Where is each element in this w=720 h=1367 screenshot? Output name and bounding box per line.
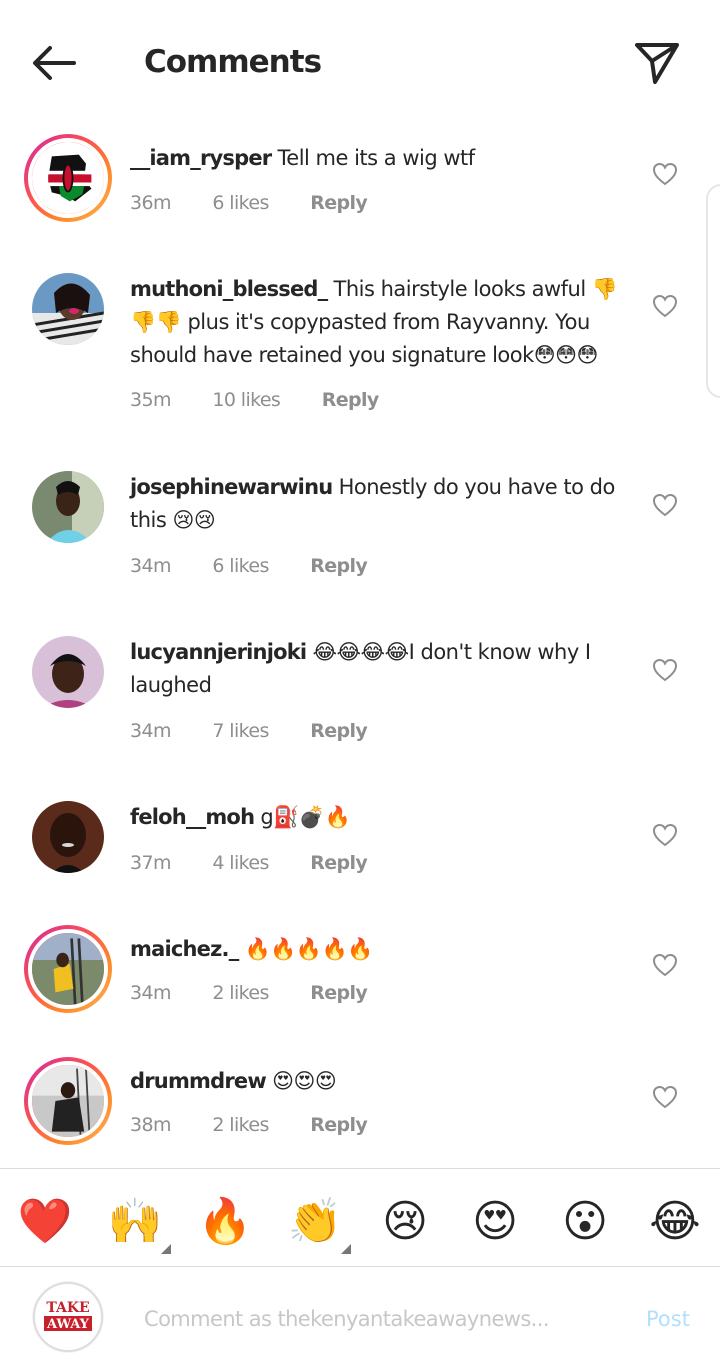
comment-username[interactable]: __iam_rysper xyxy=(130,146,272,170)
comment-text: Tell me its a wig wtf xyxy=(277,146,476,170)
avatar[interactable] xyxy=(24,925,112,1013)
post-button[interactable]: Post xyxy=(646,1307,690,1331)
comment-meta: 37m 4 likes Reply xyxy=(130,852,403,874)
comment-body: __iam_rysper Tell me its a wig wtf xyxy=(130,142,630,175)
emoji-clapping-hands-button[interactable]: 👏 xyxy=(286,1193,344,1251)
reply-button[interactable]: Reply xyxy=(322,389,380,411)
comment-meta: 34m 7 likes Reply xyxy=(130,720,403,742)
page-title: Comments xyxy=(144,44,322,80)
arrow-left-icon xyxy=(33,46,76,80)
comment-body: feloh__moh g⛽💣🔥 xyxy=(130,801,630,834)
comment-item: feloh__moh g⛽💣🔥 37m 4 likes Reply xyxy=(0,801,720,901)
like-button[interactable] xyxy=(652,1085,678,1109)
logo-text-take: TAKE xyxy=(46,1300,89,1316)
like-button[interactable] xyxy=(652,294,678,318)
heart-outline-icon xyxy=(652,953,678,977)
comment-meta: 36m 6 likes Reply xyxy=(130,192,403,214)
comment-meta: 34m 2 likes Reply xyxy=(130,982,403,1004)
heart-outline-icon xyxy=(652,162,678,186)
comment-item: muthoni_blessed_ This hairstyle looks aw… xyxy=(0,273,720,433)
like-button[interactable] xyxy=(652,493,678,517)
comment-username[interactable]: feloh__moh xyxy=(130,805,255,829)
comment-username[interactable]: maichez._ xyxy=(130,937,239,961)
logo-text-away: AWAY xyxy=(46,1317,90,1332)
like-button[interactable] xyxy=(652,953,678,977)
comment-likes[interactable]: 2 likes xyxy=(212,1114,269,1136)
skin-tone-indicator-icon xyxy=(341,1244,351,1254)
skin-tone-indicator-icon xyxy=(161,1244,171,1254)
emoji-surprised-face-button[interactable]: 😮 xyxy=(556,1193,614,1251)
comment-username[interactable]: lucyannjerinjoki xyxy=(130,640,307,664)
comment-text: g⛽💣🔥 xyxy=(260,805,351,829)
reply-button[interactable]: Reply xyxy=(310,555,368,577)
emoji-laughing-tears-button[interactable]: 😂 xyxy=(646,1193,704,1251)
side-scroll-handle[interactable] xyxy=(706,184,720,398)
emoji-raising-hands-button[interactable]: 🙌 xyxy=(106,1193,164,1251)
reply-button[interactable]: Reply xyxy=(310,982,368,1004)
reply-button[interactable]: Reply xyxy=(310,1114,368,1136)
comment-text: 🔥🔥🔥🔥🔥 xyxy=(244,937,374,961)
reply-button[interactable]: Reply xyxy=(310,852,368,874)
comment-input[interactable] xyxy=(144,1301,624,1337)
paper-plane-icon xyxy=(635,43,679,84)
heart-outline-icon xyxy=(652,658,678,682)
comment-item: maichez._ 🔥🔥🔥🔥🔥 34m 2 likes Reply xyxy=(0,925,720,1025)
emoji-quick-bar: ❤️ 🙌 🔥 👏 😢 😍 😮 😂 xyxy=(0,1169,720,1266)
comment-likes[interactable]: 4 likes xyxy=(212,852,269,874)
comment-body: muthoni_blessed_ This hairstyle looks aw… xyxy=(130,273,630,372)
avatar[interactable] xyxy=(32,801,104,873)
comment-item: lucyannjerinjoki 😂😂😂😂I don't know why I … xyxy=(0,636,720,756)
comment-time: 34m xyxy=(130,982,171,1004)
emoji-crying-face-button[interactable]: 😢 xyxy=(376,1193,434,1251)
back-button[interactable] xyxy=(22,36,88,92)
avatar[interactable] xyxy=(32,636,104,708)
comment-time: 38m xyxy=(130,1114,171,1136)
comment-body: josephinewarwinu Honestly do you have to… xyxy=(130,471,630,537)
comments-list[interactable]: __iam_rysper Tell me its a wig wtf 36m 6… xyxy=(0,128,720,1168)
avatar[interactable] xyxy=(32,273,104,345)
comment-body: lucyannjerinjoki 😂😂😂😂I don't know why I … xyxy=(130,636,630,702)
avatar[interactable] xyxy=(32,471,104,543)
current-user-avatar: TAKE AWAY xyxy=(32,1281,104,1353)
comment-time: 34m xyxy=(130,555,171,577)
reply-button[interactable]: Reply xyxy=(310,192,368,214)
comment-time: 34m xyxy=(130,720,171,742)
heart-outline-icon xyxy=(652,294,678,318)
comment-item: drummdrew 😍😍😍 38m 2 likes Reply xyxy=(0,1057,720,1157)
comment-compose-bar: TAKE AWAY Post xyxy=(0,1267,720,1367)
comment-time: 36m xyxy=(130,192,171,214)
comment-likes[interactable]: 10 likes xyxy=(212,389,280,411)
comment-likes[interactable]: 2 likes xyxy=(212,982,269,1004)
share-button[interactable] xyxy=(628,36,686,90)
comment-text: 😍😍😍 xyxy=(272,1069,337,1093)
comment-time: 37m xyxy=(130,852,171,874)
like-button[interactable] xyxy=(652,823,678,847)
comment-item: josephinewarwinu Honestly do you have to… xyxy=(0,471,720,591)
comment-likes[interactable]: 6 likes xyxy=(212,192,269,214)
heart-outline-icon xyxy=(652,823,678,847)
comment-body: maichez._ 🔥🔥🔥🔥🔥 xyxy=(130,933,630,966)
comment-meta: 38m 2 likes Reply xyxy=(130,1114,403,1136)
comment-item: __iam_rysper Tell me its a wig wtf 36m 6… xyxy=(0,134,720,244)
avatar[interactable] xyxy=(24,1057,112,1145)
reply-button[interactable]: Reply xyxy=(310,720,368,742)
comment-username[interactable]: muthoni_blessed_ xyxy=(130,277,328,301)
emoji-heart-eyes-button[interactable]: 😍 xyxy=(466,1193,524,1251)
like-button[interactable] xyxy=(652,658,678,682)
comment-username[interactable]: drummdrew xyxy=(130,1069,267,1093)
comment-body: drummdrew 😍😍😍 xyxy=(130,1065,630,1098)
comment-likes[interactable]: 7 likes xyxy=(212,720,269,742)
comment-meta: 34m 6 likes Reply xyxy=(130,555,403,577)
emoji-fire-button[interactable]: 🔥 xyxy=(196,1193,254,1251)
like-button[interactable] xyxy=(652,162,678,186)
comment-time: 35m xyxy=(130,389,171,411)
avatar[interactable] xyxy=(24,134,112,222)
comment-likes[interactable]: 6 likes xyxy=(212,555,269,577)
comment-meta: 35m 10 likes Reply xyxy=(130,389,415,411)
emoji-heart-button[interactable]: ❤️ xyxy=(16,1193,74,1251)
heart-outline-icon xyxy=(652,1085,678,1109)
header-bar: Comments xyxy=(0,0,720,128)
heart-outline-icon xyxy=(652,493,678,517)
comment-username[interactable]: josephinewarwinu xyxy=(130,475,333,499)
